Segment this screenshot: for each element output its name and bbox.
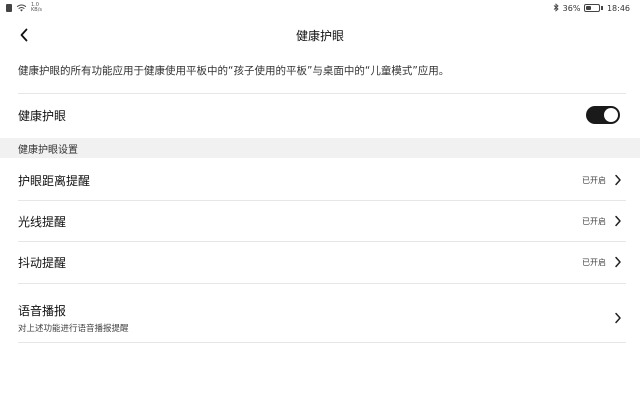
sim-icon bbox=[6, 4, 12, 12]
switch-knob bbox=[604, 108, 618, 122]
setting-row-eye-distance[interactable]: 护眼距离提醒 已开启 bbox=[0, 160, 640, 200]
chevron-right-icon bbox=[614, 215, 622, 227]
battery-body bbox=[584, 4, 601, 12]
wifi-icon bbox=[16, 4, 27, 12]
bluetooth-icon bbox=[553, 2, 559, 14]
back-button[interactable] bbox=[14, 25, 34, 45]
chevron-right-icon bbox=[614, 256, 622, 268]
setting-label: 光线提醒 bbox=[18, 214, 67, 229]
chevron-right-icon bbox=[614, 174, 622, 186]
status-bar: 1.0 KB/s 36% 18:46 bbox=[0, 0, 640, 16]
battery-icon bbox=[584, 4, 603, 12]
chevron-right-icon bbox=[614, 312, 622, 324]
health-eye-care-switch[interactable] bbox=[586, 106, 620, 124]
setting-status: 已开启 bbox=[582, 175, 606, 185]
battery-fill bbox=[586, 6, 591, 10]
toggle-label: 健康护眼 bbox=[18, 108, 67, 123]
setting-row-shake[interactable]: 抖动提醒 已开启 bbox=[0, 242, 640, 282]
setting-row-voice[interactable]: 语音播报 对上述功能进行语音播报提醒 bbox=[0, 298, 640, 338]
feature-description: 健康护眼的所有功能应用于健康使用平板中的“孩子使用的平板”与桌面中的“儿童模式”… bbox=[18, 65, 450, 77]
page-title: 健康护眼 bbox=[295, 28, 344, 43]
setting-right: 已开启 bbox=[582, 215, 622, 227]
divider bbox=[18, 283, 626, 284]
chevron-left-icon bbox=[20, 28, 28, 42]
setting-right: 已开启 bbox=[582, 256, 622, 268]
clock: 18:46 bbox=[606, 3, 630, 13]
setting-label: 抖动提醒 bbox=[18, 255, 67, 270]
divider bbox=[18, 93, 626, 94]
voice-label: 语音播报 bbox=[18, 304, 67, 318]
health-eye-care-page: 1.0 KB/s 36% 18:46 健康护眼 健康护眼的所有功能应用于健康使用… bbox=[0, 0, 640, 400]
network-speed-unit: KB/s bbox=[31, 7, 42, 13]
network-speed: 1.0 KB/s bbox=[31, 3, 42, 13]
setting-status: 已开启 bbox=[582, 257, 606, 267]
setting-right: 已开启 bbox=[582, 174, 622, 186]
setting-label: 护眼距离提醒 bbox=[18, 173, 91, 188]
setting-row-light[interactable]: 光线提醒 已开启 bbox=[0, 201, 640, 241]
setting-status: 已开启 bbox=[582, 216, 606, 226]
health-eye-care-toggle-row: 健康护眼 bbox=[0, 98, 640, 132]
section-header: 健康护眼设置 bbox=[0, 138, 640, 158]
voice-subtitle: 对上述功能进行语音播报提醒 bbox=[18, 324, 129, 334]
voice-text: 语音播报 对上述功能进行语音播报提醒 bbox=[18, 302, 129, 334]
status-bar-left: 1.0 KB/s bbox=[6, 3, 42, 13]
battery-percent: 36% bbox=[562, 3, 581, 13]
status-bar-right: 36% 18:46 bbox=[553, 2, 630, 14]
battery-tip bbox=[601, 6, 603, 10]
header: 健康护眼 bbox=[0, 20, 640, 50]
divider bbox=[18, 342, 626, 343]
